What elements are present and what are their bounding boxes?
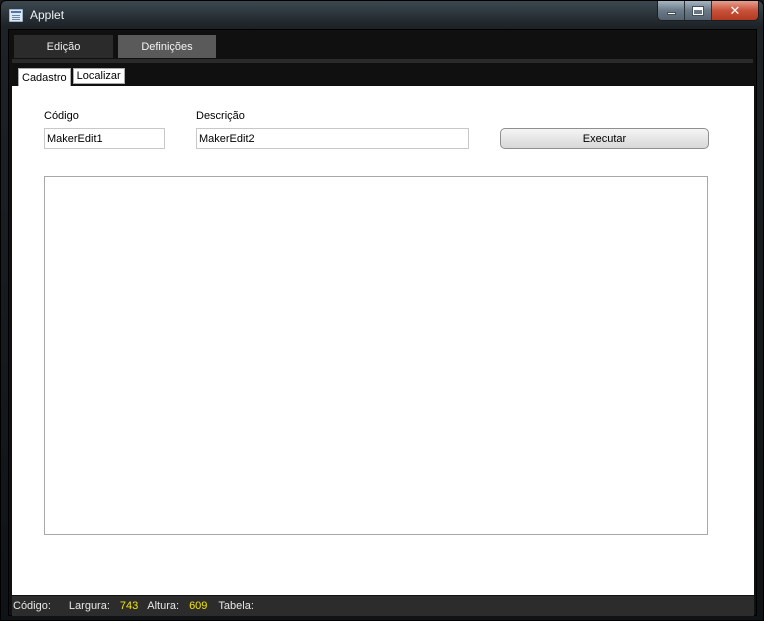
results-grid[interactable] bbox=[44, 176, 708, 535]
main-tab-bar: Edição Definições bbox=[14, 35, 216, 59]
client-area: Edição Definições Cadastro Localizar Cód… bbox=[8, 29, 757, 616]
window-controls: ✕ bbox=[657, 1, 759, 21]
cadastro-panel: Código Descrição Executar bbox=[12, 86, 754, 595]
descricao-label: Descrição bbox=[196, 110, 245, 122]
codigo-label: Código bbox=[44, 110, 79, 122]
codigo-field[interactable] bbox=[44, 128, 165, 149]
applet-window: Applet ✕ Edição Definições Cadastro Loca… bbox=[0, 0, 764, 621]
minimize-icon bbox=[666, 12, 676, 15]
status-codigo-label: Código: bbox=[13, 600, 51, 612]
status-largura-value: 743 bbox=[119, 600, 139, 612]
tab-definicoes[interactable]: Definições bbox=[118, 35, 216, 58]
window-title: Applet bbox=[30, 8, 65, 22]
close-icon: ✕ bbox=[729, 2, 741, 18]
tab-strip-divider bbox=[12, 59, 753, 63]
title-bar[interactable]: Applet ✕ bbox=[1, 1, 763, 29]
status-altura-label: Altura: bbox=[147, 600, 180, 612]
status-altura-value: 609 bbox=[189, 600, 208, 612]
maximize-button[interactable] bbox=[685, 1, 712, 20]
app-window-icon[interactable] bbox=[9, 9, 23, 22]
status-largura-label: Largura: bbox=[68, 600, 110, 612]
descricao-field[interactable] bbox=[196, 128, 469, 149]
minimize-button[interactable] bbox=[658, 1, 685, 20]
status-bar: Código: Largura: 743 Altura: 609 Tabela: bbox=[12, 596, 754, 616]
tab-localizar[interactable]: Localizar bbox=[72, 68, 125, 84]
close-button[interactable]: ✕ bbox=[712, 1, 758, 20]
sub-tab-bar: Cadastro Localizar bbox=[18, 68, 125, 86]
executar-button[interactable]: Executar bbox=[500, 128, 709, 149]
tab-cadastro[interactable]: Cadastro bbox=[18, 68, 71, 86]
tab-edicao[interactable]: Edição bbox=[14, 35, 113, 58]
maximize-icon bbox=[693, 6, 703, 15]
status-tabela-label: Tabela: bbox=[218, 600, 254, 612]
